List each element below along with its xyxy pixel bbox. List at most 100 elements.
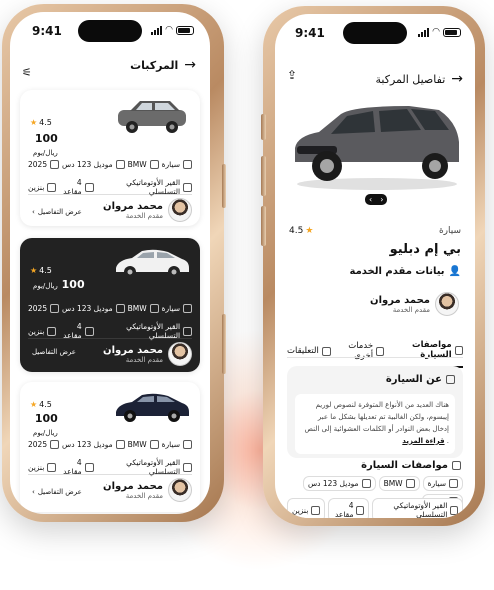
- chevron-left-icon[interactable]: ‹: [365, 194, 376, 205]
- header-bar: تفاصيل المركبة →: [275, 72, 475, 86]
- vehicle-card[interactable]: ★ 4.5 100 ريال/يوم سيارة BMW موديل 123 د…: [20, 382, 200, 512]
- agent-info: محمد مروان مقدم الخدمة: [370, 292, 459, 316]
- filter-icon[interactable]: ⚟: [22, 66, 32, 79]
- spec-brand: BMW: [128, 440, 159, 449]
- about-text-box: هناك العديد من الأنواع المتوفرة لنصوص لو…: [295, 394, 455, 454]
- calendar-icon: [50, 160, 60, 169]
- avatar: [168, 198, 192, 222]
- side-button: [261, 206, 266, 246]
- provider-section-title: 👤 بيانات مقدم الخدمة: [349, 266, 461, 277]
- star-icon: ★: [30, 118, 38, 127]
- price-value: 100: [34, 132, 58, 145]
- battery-icon: [176, 25, 194, 35]
- agent-name: محمد مروان: [103, 344, 163, 356]
- agent-name: محمد مروان: [370, 294, 430, 306]
- avatar: [168, 342, 192, 366]
- agent-role: مقدم الخدمة: [392, 305, 430, 314]
- agent-name: محمد مروان: [103, 480, 163, 492]
- right-phone-screen: 9:41 ◠ تفاصيل المركبة → ⇪ ‹ › سيارة 4.5 …: [275, 14, 475, 518]
- avatar: [435, 292, 459, 316]
- spec-model: موديل 123 دس: [62, 160, 125, 169]
- rating: 4.5 ★: [289, 226, 313, 236]
- about-title: عن السيارة: [386, 374, 455, 385]
- price-value: 100: [61, 278, 85, 291]
- services-icon: [376, 346, 385, 356]
- status-icons: ◠: [418, 27, 461, 37]
- user-icon: 👤: [448, 266, 461, 277]
- spec-type: سيارة: [162, 304, 192, 313]
- vehicle-name: بي إم دبليو: [389, 242, 461, 257]
- brand-icon: [149, 440, 159, 449]
- fuel-icon: [311, 505, 321, 515]
- rating-value: 4.5: [289, 226, 304, 236]
- rating: ★ 4.5: [30, 400, 52, 409]
- spec-year: 2025: [28, 440, 60, 449]
- fuel-icon: [47, 462, 57, 472]
- status-icons: ◠: [151, 25, 194, 35]
- vehicle-card-selected[interactable]: ★ 4.5 100 ريال/يوم سيارة BMW موديل 123 د…: [20, 238, 200, 372]
- spec-transmission: القير الأوتوماتيكي التسلسلي: [371, 498, 463, 518]
- car-image: [116, 249, 189, 278]
- rating-value: 4.5: [39, 400, 52, 409]
- view-details-link[interactable]: ‹ عرض التفاصيل: [32, 488, 82, 496]
- back-arrow-icon[interactable]: →: [184, 58, 196, 72]
- view-details-link[interactable]: ‹ عرض التفاصيل: [32, 208, 82, 216]
- agent-info: محمد مروان مقدم الخدمة: [103, 198, 192, 222]
- spec-fuel: بنزين: [287, 498, 326, 518]
- chevron-right-icon[interactable]: ›: [376, 194, 387, 205]
- battery-icon: [443, 27, 461, 37]
- seat-icon: [356, 505, 364, 515]
- comment-icon: [321, 346, 331, 356]
- spec-brand: BMW: [128, 160, 159, 169]
- back-arrow-icon[interactable]: →: [451, 72, 463, 86]
- vehicle-card[interactable]: ★ 4.5 100 ريال/يوم سيارة BMW موديل 123 د…: [20, 90, 200, 226]
- tab-specs[interactable]: مواصفات السيارة: [384, 340, 463, 368]
- divider: [28, 338, 192, 339]
- wifi-icon: ◠: [432, 27, 440, 37]
- spec-type: سيارة: [422, 476, 463, 491]
- spec-type: سيارة: [162, 440, 192, 449]
- car-image: [118, 101, 186, 133]
- spec-model: موديل 123 دس: [302, 476, 376, 491]
- share-icon[interactable]: ⇪: [287, 68, 297, 82]
- agent-name: محمد مروان: [103, 200, 163, 212]
- spec-brand: BMW: [128, 304, 159, 313]
- divider: [28, 474, 192, 475]
- tab-comments[interactable]: التعليقات: [287, 340, 331, 368]
- spec-row: سيارة BMW موديل 123 دس 2025: [28, 160, 192, 169]
- tab-other-services[interactable]: خدمات أخرى: [331, 340, 385, 368]
- view-details-link[interactable]: عرض التفاصيل: [32, 348, 76, 356]
- agent-info: محمد مروان مقدم الخدمة: [103, 478, 192, 502]
- spec-brand: BMW: [378, 476, 420, 491]
- signal-icon: [418, 27, 430, 37]
- left-phone-screen: 9:41 ◠ المركبات → ⚟ ★ 4.5 100 ريال/يوم س…: [10, 12, 210, 514]
- chevron-left-icon: ‹: [32, 208, 35, 216]
- price-value: 100: [34, 412, 58, 425]
- spec-type: سيارة: [162, 160, 192, 169]
- seat-icon: [84, 462, 94, 472]
- rating-value: 4.5: [39, 118, 52, 127]
- price-unit: ريال/يوم: [33, 149, 58, 157]
- read-more-link[interactable]: قراءة المزيد: [402, 437, 444, 445]
- model-icon: [115, 160, 125, 169]
- rating: ★ 4.5: [30, 118, 52, 127]
- provider-card[interactable]: محمد مروان مقدم الخدمة: [287, 284, 463, 324]
- divider: [28, 194, 192, 195]
- status-time: 9:41: [32, 24, 62, 38]
- fuel-icon: [47, 326, 57, 336]
- rating: ★ 4.5: [30, 266, 52, 275]
- right-phone-frame: 9:41 ◠ تفاصيل المركبة → ⇪ ‹ › سيارة 4.5 …: [261, 6, 485, 526]
- car-icon: [183, 160, 192, 169]
- car-image: [116, 393, 189, 422]
- price: 100 ريال/يوم: [30, 412, 58, 438]
- star-icon: ★: [30, 400, 38, 409]
- wifi-icon: ◠: [165, 25, 173, 35]
- star-icon: ★: [305, 226, 314, 236]
- spec-year: 2025: [28, 160, 60, 169]
- status-time: 9:41: [295, 26, 325, 40]
- spec-model: موديل 123 دس: [62, 304, 125, 313]
- car-icon: [449, 479, 458, 488]
- brand-icon: [405, 479, 415, 488]
- price-unit: ريال/يوم: [33, 429, 58, 437]
- car-icon: [183, 304, 192, 313]
